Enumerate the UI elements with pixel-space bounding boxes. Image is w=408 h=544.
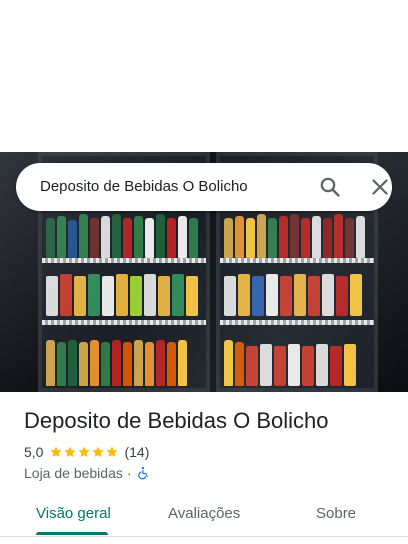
star-icon [92, 446, 105, 458]
search-icon[interactable] [318, 175, 342, 199]
active-tab-indicator [36, 532, 108, 535]
star-rating [49, 445, 119, 459]
star-icon [50, 446, 63, 458]
tab-reviews[interactable]: Avaliações [168, 505, 240, 522]
separator-dot: · [126, 465, 132, 481]
tabs-divider [0, 536, 408, 537]
tab-about[interactable]: Sobre [316, 505, 356, 522]
star-icon [64, 446, 77, 458]
rating-row[interactable]: 5,0 (14) [24, 444, 149, 460]
place-category: Loja de bebidas [24, 465, 123, 481]
wheelchair-icon [137, 466, 148, 480]
star-icon [78, 446, 91, 458]
close-icon[interactable] [368, 175, 392, 199]
place-name: Deposito de Bebidas O Bolicho [24, 408, 329, 433]
place-tabs: Visão geral Avaliações Sobre [0, 494, 408, 536]
blank-header-area [0, 0, 408, 152]
search-bar[interactable]: Deposito de Bebidas O Bolicho [16, 163, 392, 211]
category-row: Loja de bebidas · [24, 465, 150, 481]
star-icon [106, 446, 119, 458]
search-query[interactable]: Deposito de Bebidas O Bolicho [40, 178, 248, 195]
rating-value: 5,0 [24, 444, 44, 460]
review-count[interactable]: (14) [124, 444, 149, 460]
tab-overview[interactable]: Visão geral [36, 505, 111, 522]
